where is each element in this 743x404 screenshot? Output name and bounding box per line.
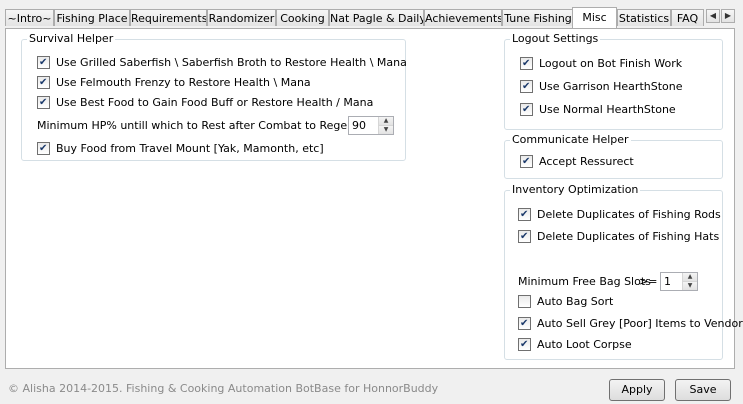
checkbox-checked-icon: [520, 102, 533, 118]
min-free-bag-slots-label: Minimum Free Bag Slots: [518, 275, 651, 288]
tab-nat-pagle-daily[interactable]: Nat Pagle & Daily: [329, 9, 424, 26]
misc-tab-panel: Survival Helper Use Grilled Saberfish \ …: [5, 28, 743, 369]
tab-statistics[interactable]: Statistics: [617, 9, 671, 26]
checkbox-checked-icon: [520, 56, 533, 72]
checkbox-checked-icon: [518, 337, 531, 353]
checkbox-label: Buy Food from Travel Mount [Yak, Mamonth…: [56, 142, 324, 155]
checkbox-label: Accept Ressurect: [539, 155, 634, 168]
tab-fishing-place[interactable]: Fishing Place: [54, 9, 130, 26]
inventory-optimization-group: Inventory Optimization Delete Duplicates…: [504, 183, 743, 360]
accept-ressurect-checkbox[interactable]: Accept Ressurect: [520, 154, 634, 170]
tab-randomizer[interactable]: Randomizer: [207, 9, 276, 26]
communicate-helper-title: Communicate Helper: [510, 133, 631, 147]
checkbox-label: Delete Duplicates of Fishing Rods: [537, 208, 721, 221]
tab-faq[interactable]: FAQ: [671, 9, 704, 26]
min-free-bag-slots-value: 1: [664, 275, 671, 288]
garrison-hearthstone-checkbox[interactable]: Use Garrison HearthStone: [520, 79, 683, 95]
checkbox-label: Use Felmouth Frenzy to Restore Health \ …: [56, 76, 311, 89]
min-hp-label: Minimum HP% untill which to Rest after C…: [37, 119, 393, 132]
apply-button[interactable]: Apply: [609, 379, 665, 401]
tab-achievements[interactable]: Achievements: [424, 9, 502, 26]
tab-intro[interactable]: ~Intro~: [5, 9, 54, 26]
tab-cooking[interactable]: Cooking: [276, 9, 329, 26]
delete-duplicate-hats-checkbox[interactable]: Delete Duplicates of Fishing Hats: [518, 229, 719, 245]
checkbox-checked-icon: [518, 316, 531, 332]
min-hp-value: 90: [352, 119, 366, 132]
grilled-saberfish-checkbox[interactable]: Use Grilled Saberfish \ Saberfish Broth …: [37, 55, 407, 71]
checkbox-label: Use Garrison HearthStone: [539, 80, 683, 93]
auto-sell-grey-checkbox[interactable]: Auto Sell Grey [Poor] Items to Vendor: [518, 316, 743, 332]
checkbox-checked-icon: [520, 154, 533, 170]
checkbox-checked-icon: [520, 79, 533, 95]
arrow-left-icon: ◀: [709, 11, 717, 20]
checkbox-label: Auto Sell Grey [Poor] Items to Vendor: [537, 317, 743, 330]
checkbox-label: Use Best Food to Gain Food Buff or Resto…: [56, 96, 374, 109]
spin-up-icon[interactable]: ▲: [379, 117, 393, 125]
normal-hearthstone-checkbox[interactable]: Use Normal HearthStone: [520, 102, 676, 118]
min-free-bag-slots-operator: >=: [639, 275, 658, 288]
checkbox-label: Use Grilled Saberfish \ Saberfish Broth …: [56, 56, 407, 69]
checkbox-checked-icon: [518, 207, 531, 223]
checkbox-checked-icon: [37, 75, 50, 91]
communicate-helper-group: Communicate Helper Accept Ressurect: [504, 133, 723, 179]
tab-scroll-right-button[interactable]: ▶: [721, 9, 735, 23]
checkbox-checked-icon: [518, 229, 531, 245]
spin-up-icon[interactable]: ▲: [683, 273, 697, 281]
tab-tune-fishing[interactable]: Tune Fishing: [502, 9, 574, 26]
logout-bot-finish-checkbox[interactable]: Logout on Bot Finish Work: [520, 56, 682, 72]
survival-helper-title: Survival Helper: [27, 32, 116, 46]
min-hp-stepper[interactable]: 90 ▲ ▼: [348, 116, 394, 135]
inventory-optimization-title: Inventory Optimization: [510, 183, 641, 197]
logout-settings-group: Logout Settings Logout on Bot Finish Wor…: [504, 32, 723, 130]
checkbox-checked-icon: [37, 95, 50, 111]
min-hp-spin[interactable]: ▲ ▼: [378, 117, 393, 134]
checkbox-label: Auto Loot Corpse: [537, 338, 632, 351]
tab-strip: ~Intro~ Fishing Place Requirements Rando…: [5, 7, 743, 28]
auto-bag-sort-checkbox[interactable]: Auto Bag Sort: [518, 294, 613, 310]
checkbox-label: Auto Bag Sort: [537, 295, 614, 308]
checkbox-checked-icon: [37, 141, 50, 157]
best-food-checkbox[interactable]: Use Best Food to Gain Food Buff or Resto…: [37, 95, 373, 111]
felmouth-frenzy-checkbox[interactable]: Use Felmouth Frenzy to Restore Health \ …: [37, 75, 311, 91]
min-free-bag-slots-stepper[interactable]: 1 ▲ ▼: [660, 272, 698, 291]
spin-down-icon[interactable]: ▼: [683, 281, 697, 290]
bag-slots-spin[interactable]: ▲ ▼: [682, 273, 697, 290]
auto-loot-corpse-checkbox[interactable]: Auto Loot Corpse: [518, 337, 632, 353]
tab-scroll-left-button[interactable]: ◀: [706, 9, 720, 23]
copyright-text: © Alisha 2014-2015. Fishing & Cooking Au…: [8, 382, 439, 395]
survival-helper-group: Survival Helper Use Grilled Saberfish \ …: [21, 32, 407, 161]
save-button[interactable]: Save: [675, 379, 731, 401]
checkbox-checked-icon: [37, 55, 50, 71]
spin-down-icon[interactable]: ▼: [379, 125, 393, 134]
tab-requirements[interactable]: Requirements: [130, 9, 207, 26]
checkbox-unchecked-icon: [518, 294, 531, 308]
checkbox-label: Logout on Bot Finish Work: [539, 57, 683, 70]
tab-misc[interactable]: Misc: [572, 7, 617, 28]
checkbox-label: Delete Duplicates of Fishing Hats: [537, 230, 720, 243]
delete-duplicate-rods-checkbox[interactable]: Delete Duplicates of Fishing Rods: [518, 207, 721, 223]
logout-settings-title: Logout Settings: [510, 32, 601, 46]
buy-food-checkbox[interactable]: Buy Food from Travel Mount [Yak, Mamonth…: [37, 141, 324, 157]
arrow-right-icon: ▶: [724, 11, 732, 20]
checkbox-label: Use Normal HearthStone: [539, 103, 676, 116]
